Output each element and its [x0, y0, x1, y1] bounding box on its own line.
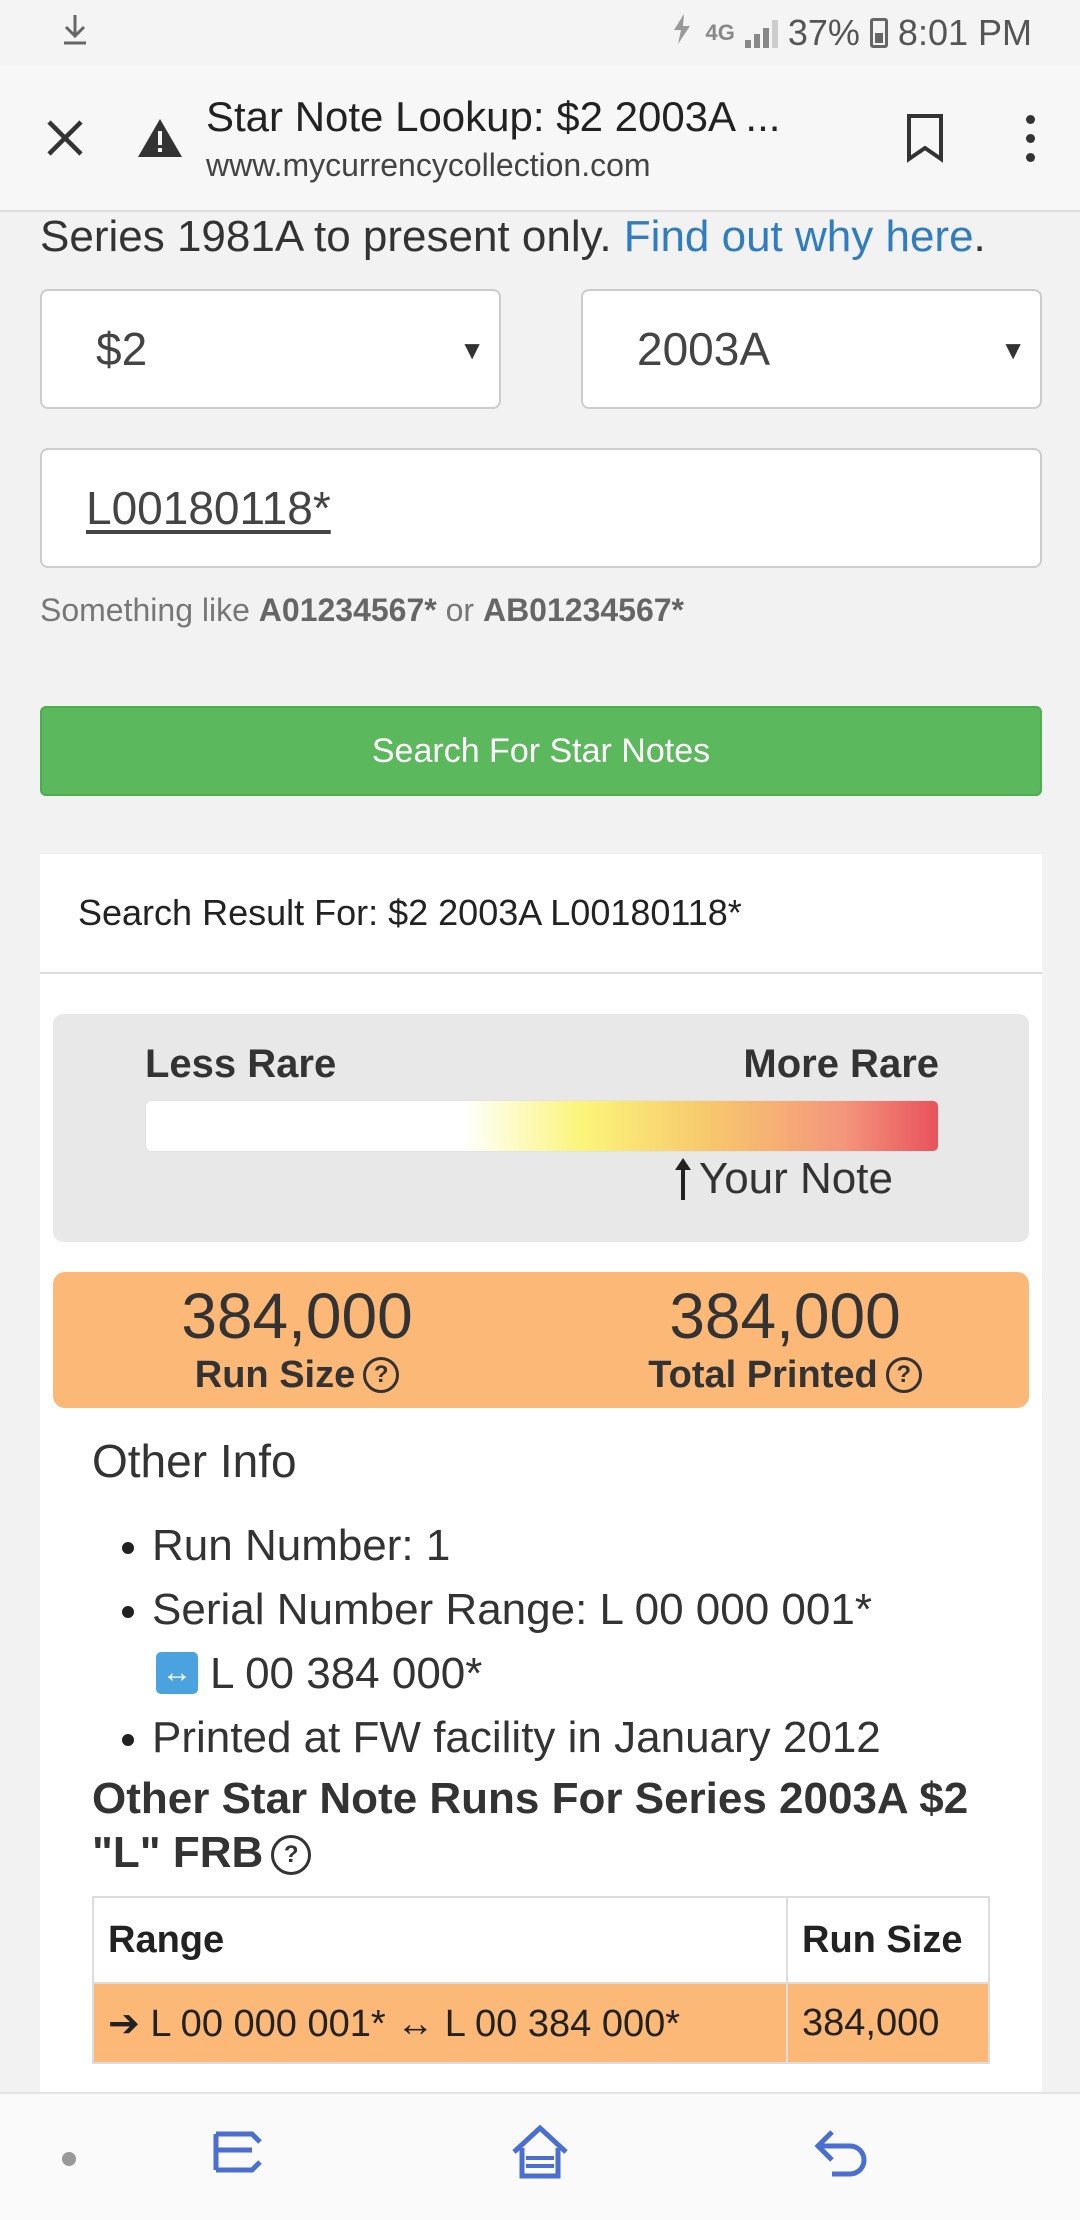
page-content: Series 1981A to present only. Find out w…	[0, 212, 1080, 2092]
other-runs-table: Range Run Size ➔ L 00 000 001* ↔ L 00 38…	[92, 1896, 990, 2064]
hint-example-1: A01234567*	[258, 592, 437, 628]
denomination-value: $2	[96, 323, 148, 375]
chevron-down-icon: ▼	[459, 335, 485, 365]
serial-hint: Something like A01234567* or AB01234567*	[40, 592, 684, 629]
run-size-cell: 384,000	[786, 1982, 990, 2064]
charging-icon	[668, 12, 696, 55]
your-note-marker: Your Note	[673, 1154, 893, 1204]
result-heading: Search Result For: $2 2003A L00180118*	[40, 854, 1042, 974]
back-icon[interactable]	[812, 2124, 872, 2185]
run-size-value: 384,000	[181, 1279, 413, 1352]
recent-apps-icon[interactable]	[210, 2124, 266, 2185]
rarity-gradient-bar	[145, 1100, 939, 1152]
run-stats: 384,000 Run Size? 384,000 Total Printed?	[53, 1272, 1029, 1408]
more-menu-icon[interactable]	[980, 65, 1080, 211]
serial-number-input[interactable]: L00180118*	[40, 448, 1042, 568]
network-type: 4G	[705, 20, 735, 45]
your-note-label: Your Note	[698, 1154, 893, 1203]
other-runs-title: Other Star Note Runs For Series 2003A $2…	[92, 1772, 992, 1880]
download-icon	[60, 11, 90, 56]
nav-indicator-dot	[62, 2152, 76, 2166]
page-title: Star Note Lookup: $2 2003A ...	[206, 92, 781, 140]
rarity-scale: Less Rare More Rare Your Note	[53, 1014, 1029, 1242]
page-url: www.mycurrencycollection.com	[206, 146, 651, 183]
arrow-up-icon	[674, 1158, 691, 1200]
close-icon[interactable]	[0, 65, 130, 211]
printed-at-item: Printed at FW facility in January 2012	[122, 1706, 1012, 1770]
run-size-label: Run Size	[194, 1353, 356, 1396]
status-bar: 4G 37% 8:01 PM	[0, 0, 1080, 66]
range-start: Serial Number Range: L 00 000 001*	[152, 1585, 872, 1634]
signal-icon	[744, 18, 778, 48]
serial-range-item: Serial Number Range: L 00 000 001* ↔ L 00…	[122, 1578, 1012, 1706]
battery-percent: 37%	[787, 12, 860, 53]
search-star-notes-button[interactable]: Search For Star Notes	[40, 706, 1042, 796]
intro-text: Series 1981A to present only. Find out w…	[40, 212, 986, 262]
battery-icon	[869, 18, 888, 48]
series-value: 2003A	[637, 323, 771, 375]
range-column-header: Range	[92, 1896, 788, 1984]
less-rare-label: Less Rare	[145, 1042, 337, 1086]
clock: 8:01 PM	[897, 12, 1032, 53]
title-block[interactable]: Star Note Lookup: $2 2003A ... www.mycur…	[190, 93, 870, 184]
run-number-item: Run Number: 1	[122, 1514, 1012, 1578]
run-size-column-header: Run Size	[786, 1896, 990, 1984]
intro-period: .	[973, 212, 986, 261]
warning-icon[interactable]	[130, 117, 190, 159]
hint-example-2: AB01234567*	[482, 592, 684, 628]
intro-label: Series 1981A to present only.	[40, 212, 612, 261]
chevron-down-icon: ▼	[1000, 335, 1026, 365]
left-right-arrow-icon: ↔	[156, 1652, 198, 1695]
find-out-why-link[interactable]: Find out why here	[624, 212, 974, 261]
help-icon[interactable]: ?	[363, 1357, 400, 1393]
help-icon[interactable]: ?	[271, 1835, 312, 1876]
table-row[interactable]: ➔ L 00 000 001* ↔ L 00 384 000* 384,000	[92, 1982, 990, 2064]
help-icon[interactable]: ?	[885, 1357, 922, 1393]
other-info-title: Other Info	[92, 1435, 297, 1487]
other-info-list: Run Number: 1 Serial Number Range: L 00 …	[122, 1514, 1012, 1770]
bookmark-icon[interactable]	[870, 65, 980, 211]
run-size-stat: 384,000 Run Size?	[53, 1272, 541, 1408]
home-icon[interactable]	[510, 2124, 570, 2185]
bottom-nav	[0, 2092, 1080, 2220]
table-header-row: Range Run Size	[92, 1896, 990, 1984]
range-end: L 00 384 000*	[210, 1649, 483, 1698]
other-runs-title-text: Other Star Note Runs For Series 2003A $2…	[92, 1774, 969, 1877]
total-printed-value: 384,000	[669, 1279, 901, 1352]
hint-or: or	[445, 592, 475, 628]
total-printed-stat: 384,000 Total Printed?	[541, 1272, 1029, 1408]
denomination-select[interactable]: $2 ▼	[40, 289, 501, 409]
total-printed-label: Total Printed	[648, 1353, 878, 1396]
result-card: Search Result For: $2 2003A L00180118* L…	[40, 854, 1042, 2092]
more-rare-label: More Rare	[743, 1042, 939, 1086]
series-select[interactable]: 2003A ▼	[581, 289, 1042, 409]
hint-prefix: Something like	[40, 592, 250, 628]
browser-toolbar: Star Note Lookup: $2 2003A ... www.mycur…	[0, 66, 1080, 212]
range-cell: ➔ L 00 000 001* ↔ L 00 384 000*	[92, 1982, 788, 2064]
serial-number-value: L00180118*	[86, 482, 331, 534]
